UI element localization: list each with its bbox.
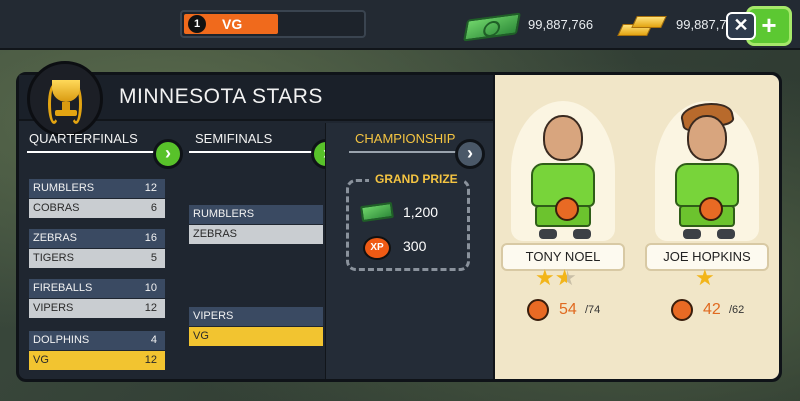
star-icon: ★ — [695, 265, 715, 290]
player-card[interactable]: JOE HOPKINS — [645, 89, 769, 273]
bracket-team-row: ZEBRAS — [189, 225, 323, 244]
player-name: VG — [222, 16, 243, 32]
semifinals-underline — [189, 151, 313, 153]
star-icon: ★ — [535, 265, 555, 290]
half-star-icon: ★ — [554, 265, 567, 290]
basketball-icon — [671, 299, 693, 321]
player-xp-bar[interactable]: 1 VG — [180, 10, 366, 38]
basketball-icon — [699, 197, 723, 221]
bracket-team-row: VIPERS — [189, 307, 323, 326]
bracket-team-row: COBRAS 6 — [29, 199, 165, 218]
round-quarterfinals-label: QUARTERFINALS — [29, 131, 138, 146]
round-championship-label: CHAMPIONSHIP — [355, 131, 456, 146]
cash-icon — [463, 12, 521, 42]
bracket-team-row: ZEBRAS 16 — [29, 229, 165, 248]
opponent-players-panel: TONY NOEL ★★★ 54 /74 JOE HOPKINS ★ 42 /6… — [493, 75, 779, 379]
xp-icon: XP — [363, 236, 391, 260]
player-star-rating: ★ — [695, 265, 715, 290]
basketball-icon — [555, 197, 579, 221]
grand-prize-label: GRAND PRIZE — [369, 172, 464, 186]
bracket-team-row-player: VG — [189, 327, 323, 346]
cash-icon — [360, 201, 394, 223]
bracket-team-row: RUMBLERS 12 — [29, 179, 165, 198]
bracket-team-row: DOLPHINS 4 — [29, 331, 165, 350]
top-bar: 1 VG 99,887,766 99,887,766 + — [0, 0, 800, 50]
championship-underline — [349, 151, 459, 153]
player-portrait — [543, 115, 583, 161]
prize-xp-amount: 300 — [403, 238, 427, 254]
close-button[interactable]: ✕ — [726, 12, 756, 40]
prize-cash-amount: 1,200 — [403, 204, 439, 220]
round-semifinals-label: SEMIFINALS — [195, 131, 273, 146]
next-round-arrow-icon[interactable]: › — [153, 139, 183, 169]
grand-prize-box: GRAND PRIZE 1,200 XP 300 — [346, 172, 470, 271]
player-star-rating: ★★★ — [535, 265, 577, 290]
player-card[interactable]: TONY NOEL — [501, 89, 625, 273]
trophy-icon — [27, 61, 103, 137]
bracket-team-row-player: VG 12 — [29, 351, 165, 370]
team-title: MINNESOTA STARS — [119, 85, 323, 108]
gold-bars-icon — [614, 14, 668, 36]
bracket-team-row: VIPERS 12 — [29, 299, 165, 318]
bracket-team-row: TIGERS 5 — [29, 249, 165, 268]
bracket-team-row: RUMBLERS — [189, 205, 323, 224]
player-level-badge: 1 — [188, 15, 206, 33]
cash-amount: 99,887,766 — [528, 17, 594, 32]
next-round-arrow-icon[interactable]: › — [455, 139, 485, 169]
tournament-panel: MINNESOTA STARS QUARTERFINALS › SEMIFINA… — [16, 61, 782, 382]
player-portrait — [687, 115, 727, 161]
empty-star-icon: ★ — [566, 265, 577, 290]
bracket-team-row: FIREBALLS 10 — [29, 279, 165, 298]
basketball-icon — [527, 299, 549, 321]
quarterfinals-underline — [27, 151, 155, 153]
